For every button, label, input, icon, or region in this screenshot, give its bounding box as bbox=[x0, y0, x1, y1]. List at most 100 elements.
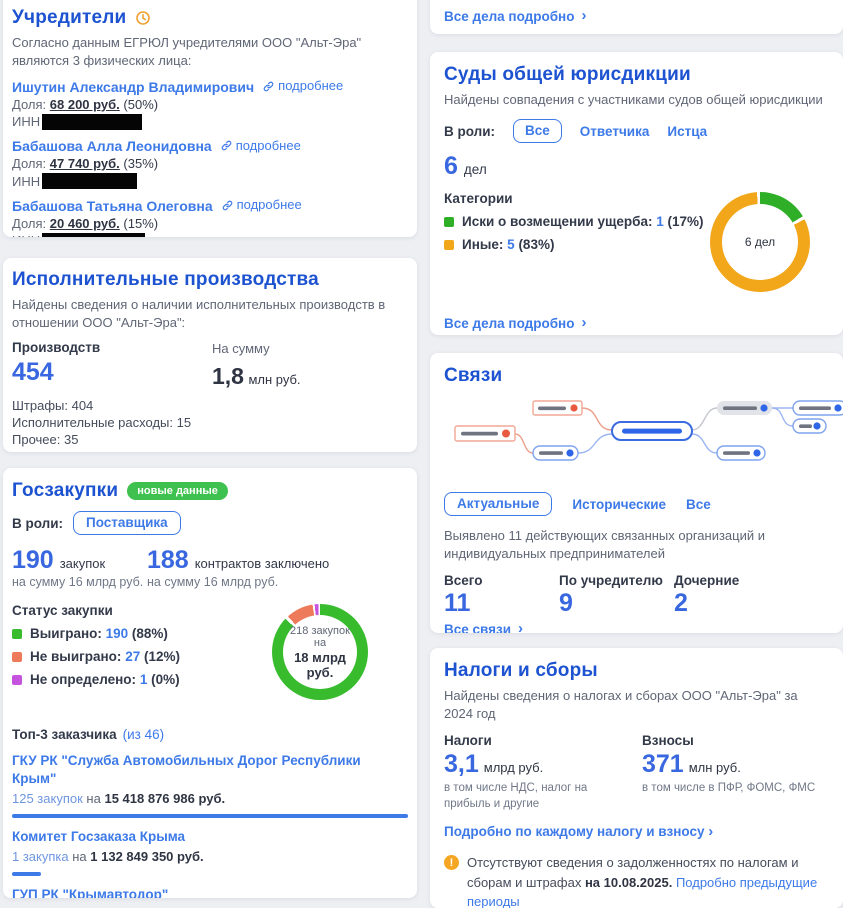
role-label: В роли: bbox=[12, 516, 63, 531]
customer-stats: 125 закупок на 15 418 876 986 руб. bbox=[12, 791, 405, 806]
warning-icon: ! bbox=[444, 855, 459, 870]
connections-summary: Выявлено 11 действующих связанных органи… bbox=[444, 527, 814, 564]
role-label: В роли: bbox=[444, 124, 495, 139]
proceedings-label: Производств bbox=[12, 340, 212, 355]
cases-unit: дел bbox=[464, 162, 487, 177]
role-defendant-link[interactable]: Ответчика bbox=[580, 124, 650, 139]
customer-item: ГКУ РК "Служба Автомобильных Дорог Респу… bbox=[12, 752, 405, 818]
founder-name-link[interactable]: Бабашова Алла Леонидовна bbox=[12, 138, 212, 154]
founders-title: Учредители bbox=[12, 8, 126, 28]
founders-card: Учредители Согласно данным ЕГРЮЛ учредит… bbox=[3, 0, 417, 237]
purchases-sum: на сумму 16 млрд руб. bbox=[12, 575, 147, 589]
role-all-button[interactable]: Все bbox=[513, 119, 562, 143]
procurement-title: Госзакупки bbox=[12, 481, 118, 501]
courts-intro: Найдены совпадения с участниками судов о… bbox=[444, 91, 829, 109]
no-debt-notice: ! Отсутствуют сведения о задолженностях … bbox=[444, 853, 829, 908]
all-cases-link[interactable]: Все дела подробно › bbox=[444, 316, 586, 331]
taxes-value: 3,1 bbox=[444, 751, 479, 777]
redacted-inn-box bbox=[42, 173, 137, 189]
customer-stats: 1 закупка на 1 132 849 350 руб. bbox=[12, 849, 405, 864]
notice-date: на 10.08.2025. bbox=[585, 875, 672, 890]
all-cases-link-top[interactable]: Все дела подробно › bbox=[444, 9, 586, 24]
new-data-badge: новые данные bbox=[127, 482, 228, 500]
donut-center-bottom: 18 млрд руб. bbox=[283, 650, 357, 680]
customer-name-link[interactable]: Комитет Госзаказа Крыма bbox=[12, 829, 185, 844]
founder-share: Доля: 47 740 руб. (35%) bbox=[12, 157, 405, 171]
taxes-unit: млрд руб. bbox=[484, 760, 543, 775]
breakdown-line: Исполнительные расходы: 15 bbox=[12, 415, 405, 431]
legend-swatch bbox=[444, 217, 454, 227]
fees-unit: млн руб. bbox=[689, 760, 741, 775]
tab-all[interactable]: Все bbox=[686, 497, 711, 512]
tab-historical[interactable]: Исторические bbox=[572, 497, 666, 512]
breakdown-line: Прочее: 35 bbox=[12, 432, 405, 448]
customer-amount-bar bbox=[12, 872, 41, 876]
founder-name-link[interactable]: Ишутин Александр Владимирович bbox=[12, 79, 254, 95]
tax-detail-link[interactable]: Подробно по каждому налогу и взносу › bbox=[444, 824, 829, 839]
enforcement-title: Исполнительные производства bbox=[12, 270, 405, 290]
founder-more-link[interactable]: подробнее bbox=[221, 138, 301, 154]
proceedings-count: 454 bbox=[12, 359, 212, 385]
fees-block: Взносы 371 млн руб. в том числе в ПФР, Ф… bbox=[642, 733, 815, 812]
taxes-block: Налоги 3,1 млрд руб. в том числе НДС, на… bbox=[444, 733, 642, 812]
enforcement-breakdown: Штрафы: 404 Исполнительные расходы: 15 П… bbox=[12, 398, 405, 448]
connections-graph[interactable] bbox=[444, 396, 829, 488]
courts-card: Суды общей юрисдикции Найдены совпадения… bbox=[430, 52, 843, 335]
donut-center-label: 6 дел bbox=[745, 235, 775, 249]
fees-note: в том числе в ПФР, ФОМС, ФМС bbox=[642, 781, 815, 797]
top3-total-link[interactable]: (из 46) bbox=[123, 727, 165, 742]
chevron-right-icon: › bbox=[708, 823, 713, 840]
founder-share: Доля: 20 460 руб. (15%) bbox=[12, 217, 405, 231]
tab-actual[interactable]: Актуальные bbox=[444, 492, 552, 516]
founder-name-link[interactable]: Бабашова Татьяна Олеговна bbox=[12, 198, 213, 214]
fees-value: 371 bbox=[642, 751, 684, 777]
conn-stat-total: Всего 11 bbox=[444, 573, 559, 616]
conn-stat-subsidiaries: Дочерние 2 bbox=[674, 573, 789, 616]
redacted-inn-box bbox=[42, 114, 142, 130]
founder-more-label: подробнее bbox=[236, 138, 301, 154]
all-connections-link[interactable]: Все связи › bbox=[444, 622, 523, 633]
enforcement-intro: Найдены сведения о наличии исполнительны… bbox=[12, 296, 405, 332]
founder-more-link[interactable]: подробнее bbox=[263, 78, 343, 94]
customer-item: ГУП РК "Крымавтодор" 7 закупок на 422 78… bbox=[12, 886, 405, 898]
chevron-right-icon: › bbox=[581, 315, 586, 330]
customer-name-link[interactable]: ГКУ РК "Служба Автомобильных Дорог Респу… bbox=[12, 753, 361, 786]
sum-unit: млн руб. bbox=[248, 372, 300, 387]
legend-swatch bbox=[12, 629, 22, 639]
taxes-intro: Найдены сведения о налогах и сборах ООО … bbox=[444, 687, 829, 723]
procurement-card: Госзакупки новые данные В роли: Поставщи… bbox=[3, 468, 417, 898]
procurement-donut-chart: 218 закупок на 18 млрд руб. bbox=[272, 604, 368, 700]
founder-more-label: подробнее bbox=[278, 78, 343, 94]
donut-center-top: 218 закупок на bbox=[283, 625, 357, 649]
chevron-right-icon: › bbox=[581, 8, 586, 23]
chevron-right-icon: › bbox=[518, 621, 523, 633]
top3-label: Топ-3 заказчика bbox=[12, 727, 117, 742]
founder-inn: ИНН bbox=[12, 114, 405, 130]
purchases-label: закупок bbox=[60, 556, 105, 571]
founder-more-label: подробнее bbox=[237, 197, 302, 213]
redacted-inn-box bbox=[42, 233, 145, 237]
role-supplier-button[interactable]: Поставщика bbox=[73, 511, 181, 535]
breakdown-line: Штрафы: 404 bbox=[12, 398, 405, 414]
courts-donut-chart: 6 дел bbox=[710, 192, 810, 292]
taxes-note: в том числе НДС, налог на прибыль и друг… bbox=[444, 781, 622, 812]
cases-count: 6 bbox=[444, 153, 458, 179]
founder-more-link[interactable]: подробнее bbox=[222, 197, 302, 213]
connections-title: Связи bbox=[444, 366, 829, 386]
contracts-count: 188 bbox=[147, 547, 189, 573]
connections-card: Связи bbox=[430, 353, 843, 633]
contracts-label: контрактов заключено bbox=[195, 556, 330, 571]
customer-item: Комитет Госзаказа Крыма 1 закупка на 1 1… bbox=[12, 828, 405, 876]
customer-name-link[interactable]: ГУП РК "Крымавтодор" bbox=[12, 887, 168, 898]
legend-swatch bbox=[444, 240, 454, 250]
contracts-sum: на сумму 16 млрд руб. bbox=[147, 575, 329, 589]
founder-inn: ИНН bbox=[12, 173, 405, 189]
role-plaintiff-link[interactable]: Истца bbox=[667, 124, 707, 139]
arbitration-card-tail: Все дела подробно › bbox=[430, 0, 843, 34]
purchases-count: 190 bbox=[12, 547, 54, 573]
founder-share: Доля: 68 200 руб. (50%) bbox=[12, 98, 405, 112]
conn-stat-by-founder: По учредителю 9 bbox=[559, 573, 674, 616]
courts-title: Суды общей юрисдикции bbox=[444, 65, 829, 85]
founder-item: Бабашова Татьяна Олеговна подробнее Доля… bbox=[12, 197, 405, 237]
clock-icon bbox=[135, 10, 151, 26]
